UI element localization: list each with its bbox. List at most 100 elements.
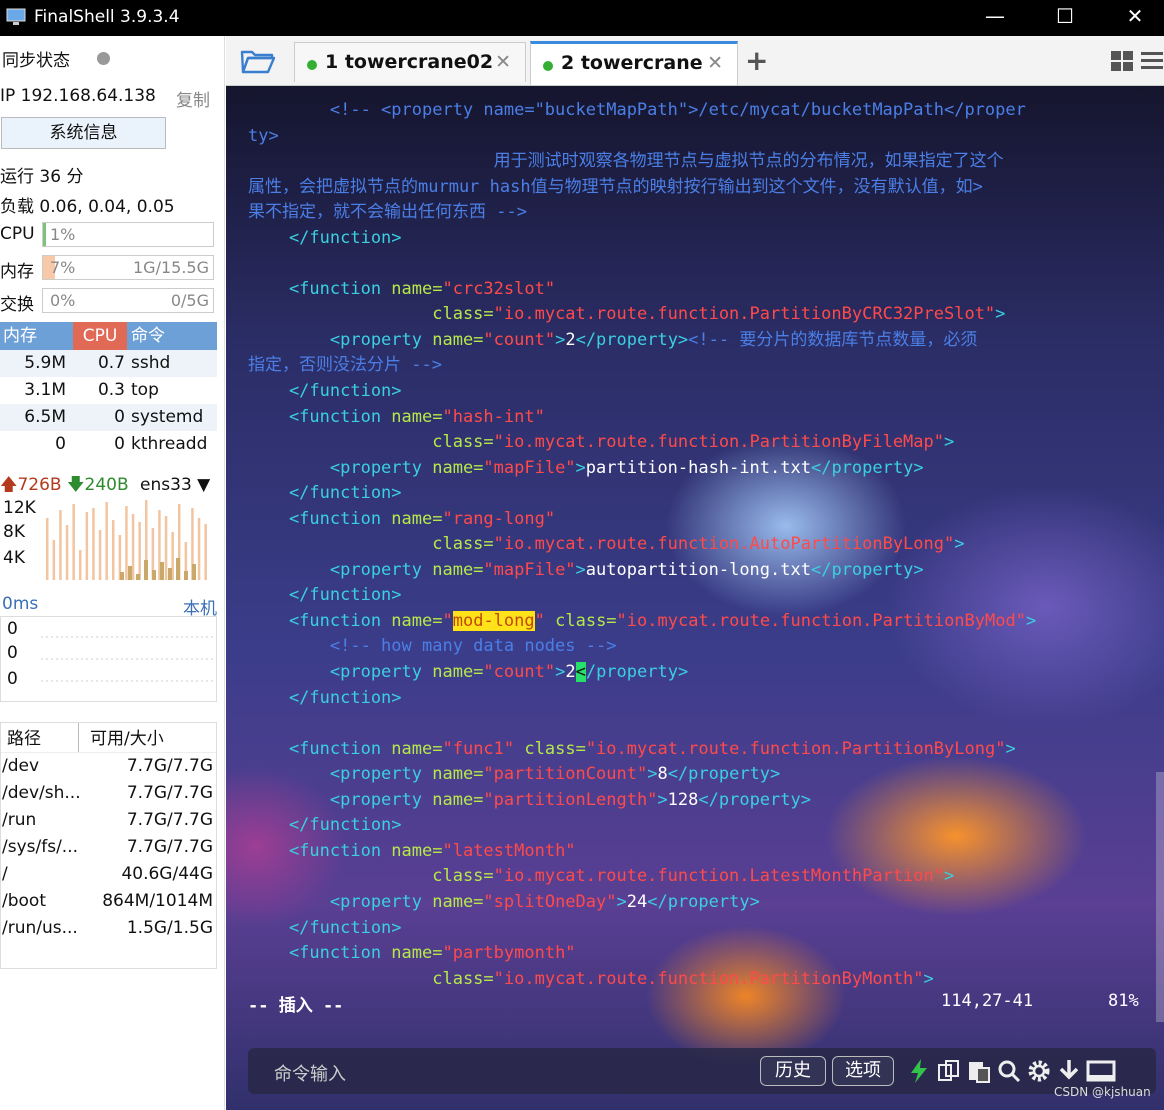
history-button[interactable]: 历史 <box>760 1056 826 1086</box>
table-row[interactable]: /sys/fs/... 7.7G/7.7G <box>1 834 216 861</box>
code-token: <function <box>248 508 392 529</box>
terminal-line: <function name="hash-int" <box>248 405 1036 431</box>
proc-cpu: 0 <box>114 434 125 454</box>
table-row[interactable]: /dev/sh... 7.7G/7.7G <box>1 780 216 807</box>
code-token: " <box>534 610 545 631</box>
col-command[interactable]: 命令 <box>127 322 217 350</box>
table-row[interactable]: 6.5M 0 systemd <box>0 404 217 431</box>
grid-view-icon[interactable] <box>1110 50 1134 72</box>
close-icon[interactable]: ✕ <box>495 51 511 73</box>
close-button[interactable]: ✕ <box>1110 2 1160 32</box>
watermark: CSDN @kjshuan <box>1054 1085 1151 1099</box>
code-token: </function> <box>248 381 402 402</box>
net-bar <box>52 540 56 580</box>
tab-towercrane[interactable]: 2 towercrane ✕ <box>530 41 738 85</box>
app-monitor-icon <box>6 8 26 25</box>
terminal-line: <property name="splitOneDay">24</propert… <box>248 890 1036 916</box>
table-row[interactable]: 3.1M 0.3 top <box>0 377 217 404</box>
fs-size: 864M/1014M <box>102 891 213 911</box>
close-icon[interactable]: ✕ <box>707 52 723 74</box>
table-row[interactable]: 0 0 kthreadd <box>0 431 217 458</box>
code-token: partition-hash-int.txt <box>585 457 811 478</box>
terminal-line: </function> <box>248 481 1036 507</box>
terminal-line: ty> <box>248 124 1036 150</box>
table-row[interactable]: 5.9M 0.7 sshd <box>0 350 217 377</box>
upload-arrow-icon: 🡅 <box>0 475 18 495</box>
code-token: </function> <box>248 483 402 504</box>
code-token: 128 <box>667 789 699 810</box>
terminal-line: class="io.mycat.route.function.Partition… <box>248 430 1036 456</box>
table-row[interactable]: /dev 7.7G/7.7G <box>1 753 216 780</box>
menu-icon[interactable] <box>1140 50 1164 72</box>
download-rate: 240B <box>84 475 129 495</box>
table-row[interactable]: / 40.6G/44G <box>1 861 216 888</box>
code-token: > <box>1025 610 1037 631</box>
gear-icon[interactable] <box>1026 1058 1052 1084</box>
code-token: name= <box>391 943 443 964</box>
proc-mem: 3.1M <box>24 380 66 400</box>
code-token: > <box>555 662 566 683</box>
fs-size: 7.7G/7.7G <box>126 837 213 857</box>
system-info-button[interactable]: 系统信息 <box>1 117 166 149</box>
col-path[interactable]: 路径 <box>1 723 79 752</box>
col-size[interactable]: 可用/大小 <box>79 723 164 752</box>
code-token: 属性，会把虚拟节点的murmur hash值与物理节点的映射按行输出到这个文件，… <box>248 176 983 197</box>
table-row[interactable]: /boot 864M/1014M <box>1 888 216 915</box>
table-row[interactable]: /run 7.7G/7.7G <box>1 807 216 834</box>
col-mem[interactable]: 内存 <box>0 322 73 350</box>
fs-size: 40.6G/44G <box>121 864 213 884</box>
terminal-line: <property name="mapFile">partition-hash-… <box>248 456 1036 482</box>
net-bar <box>204 524 207 580</box>
swap-amount: 0/5G <box>170 291 209 310</box>
net-bar-down <box>176 558 180 580</box>
connected-dot-icon <box>307 60 317 70</box>
code-token: "func1" <box>442 738 515 759</box>
network-chart: 12K 8K 4K <box>0 496 217 580</box>
proc-cmd: systemd <box>131 407 204 427</box>
net-bar-down <box>152 570 156 580</box>
col-cpu[interactable]: CPU <box>73 322 127 350</box>
code-token: <property <box>248 559 433 580</box>
terminal-output[interactable]: <!-- <property name="bucketMapPath">/etc… <box>248 98 1036 992</box>
code-token: "io.mycat.route.function.PartitionByFile… <box>493 432 944 453</box>
lightning-icon[interactable] <box>906 1058 932 1084</box>
terminal-line: </function> <box>248 226 1036 252</box>
options-button[interactable]: 选项 <box>832 1056 894 1086</box>
copy-icon[interactable] <box>936 1058 962 1084</box>
mem-percent: 7% <box>50 258 76 277</box>
code-token: name= <box>432 789 484 810</box>
code-token: <property <box>248 789 433 810</box>
copy-ip-button[interactable]: 复制 <box>176 86 210 111</box>
maximize-button[interactable]: ☐ <box>1040 2 1090 32</box>
paste-icon[interactable] <box>966 1058 992 1084</box>
chevron-down-icon[interactable]: ▼ <box>197 475 210 495</box>
code-token: "io.mycat.route.function.PartitionByCRC3… <box>493 304 996 325</box>
net-tick: 8K <box>3 522 25 542</box>
net-bar <box>125 506 128 580</box>
tab-towercrane02[interactable]: 1 towercrane02 ✕ <box>294 42 526 82</box>
code-token: name= <box>432 559 484 580</box>
table-row[interactable]: /run/us... 1.5G/1.5G <box>1 915 216 942</box>
fs-path: /sys/fs/... <box>2 837 79 857</box>
network-interface-select[interactable]: ens33 <box>140 475 192 495</box>
net-bar-down <box>136 574 140 580</box>
code-token: <property <box>248 329 433 350</box>
add-tab-button[interactable]: + <box>745 44 768 77</box>
code-token: 指定，否则没法分片 --> <box>248 355 442 376</box>
search-icon[interactable] <box>996 1058 1022 1084</box>
code-token: 2 <box>565 329 576 350</box>
command-input[interactable]: 命令输入 <box>274 1060 346 1086</box>
code-token: <function <box>248 610 392 631</box>
terminal-line: 指定，否则没法分片 --> <box>248 353 1036 379</box>
mem-amount: 1G/15.5G <box>133 258 209 277</box>
code-token: name= <box>432 764 484 785</box>
code-token: 果不指定，就不会输出任何东西 --> <box>248 202 527 223</box>
code-token: </function> <box>248 917 402 938</box>
download-icon[interactable] <box>1056 1058 1082 1084</box>
terminal[interactable]: <!-- <property name="bucketMapPath">/etc… <box>226 86 1164 1110</box>
terminal-scrollbar[interactable] <box>1156 772 1164 1022</box>
folder-icon[interactable] <box>240 46 276 76</box>
minimize-button[interactable]: — <box>970 2 1020 32</box>
code-token: <function <box>248 840 392 861</box>
window-icon[interactable] <box>1086 1058 1116 1084</box>
